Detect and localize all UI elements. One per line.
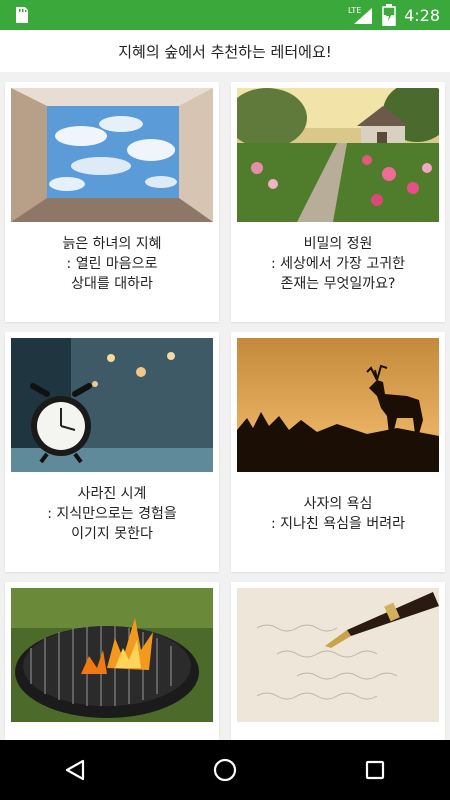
letter-card-title: 비밀의 정원 : 세상에서 가장 고귀한 존재는 무엇일까요? [237,234,439,294]
card-line: 존재는 무엇일까요? [280,276,396,292]
home-button[interactable] [205,750,245,790]
letter-grid: 늙은 하녀의 지혜 : 열린 마음으로 상대를 대하라 비밀의 정원: 세상에… [0,72,450,740]
back-triangle-icon [65,759,85,781]
card-line: : 세상에서 가장 고귀한 [271,256,405,272]
sky-box-image [11,88,213,222]
sdcard-icon [16,7,28,23]
navigation-bar [0,740,450,800]
recents-button[interactable] [355,750,395,790]
card-line: : 열린 마음으로 [66,256,158,272]
card-line: 사라진 시계 [77,486,147,502]
letter-card[interactable]: 사라진 시계 : 지식만으로는 경험을 이기지 못한다 [5,332,219,572]
letter-card[interactable]: 비밀의 정원 : 세상에서 가장 고귀한 존재는 무엇일까요? [231,82,445,322]
letter-card[interactable] [5,582,219,740]
card-line: 비밀의 정원 [303,236,373,252]
letter-card[interactable]: 늙은 하녀의 지혜 : 열린 마음으로 상대를 대하라 [5,82,219,322]
deer-silhouette-image [237,338,439,472]
fountain-pen-image [237,588,439,722]
letter-card-title: 늙은 하녀의 지혜 : 열린 마음으로 상대를 대하라 [11,234,213,294]
card-line: 상대를 대하라 [71,276,153,292]
signal-icon: LTE [348,6,373,24]
home-circle-icon [213,758,237,782]
letter-card-title: 사라진 시계 : 지식만으로는 경험을 이기지 못한다 [11,484,213,544]
battery-icon [382,4,396,26]
grill-fire-image [11,588,213,722]
card-line: : 지식만으로는 경험을 [47,506,177,522]
page-title: 지혜의 숲에서 추천하는 레터에요! [118,42,332,61]
card-line: : 지나친 욕심을 버려라 [271,516,405,532]
back-button[interactable] [55,750,95,790]
card-line: 이기지 못한다 [71,526,153,542]
alarm-clock-image [11,338,213,472]
letter-card[interactable]: 사자의 욕심 : 지나친 욕심을 버려라 [231,332,445,572]
status-bar: LTE 4:28 [0,0,450,30]
recents-square-icon [365,760,385,780]
card-line: 늙은 하녀의 지혜 [62,236,162,252]
clock-time: 4:28 [404,5,440,25]
page-header: 지혜의 숲에서 추천하는 레터에요! [0,30,450,72]
card-line: 사자의 욕심 [303,496,373,512]
letter-card[interactable] [231,582,445,740]
letter-card-title: 사자의 욕심 : 지나친 욕심을 버려라 [237,494,439,534]
garden-image [237,88,439,222]
network-label: LTE [348,6,361,15]
